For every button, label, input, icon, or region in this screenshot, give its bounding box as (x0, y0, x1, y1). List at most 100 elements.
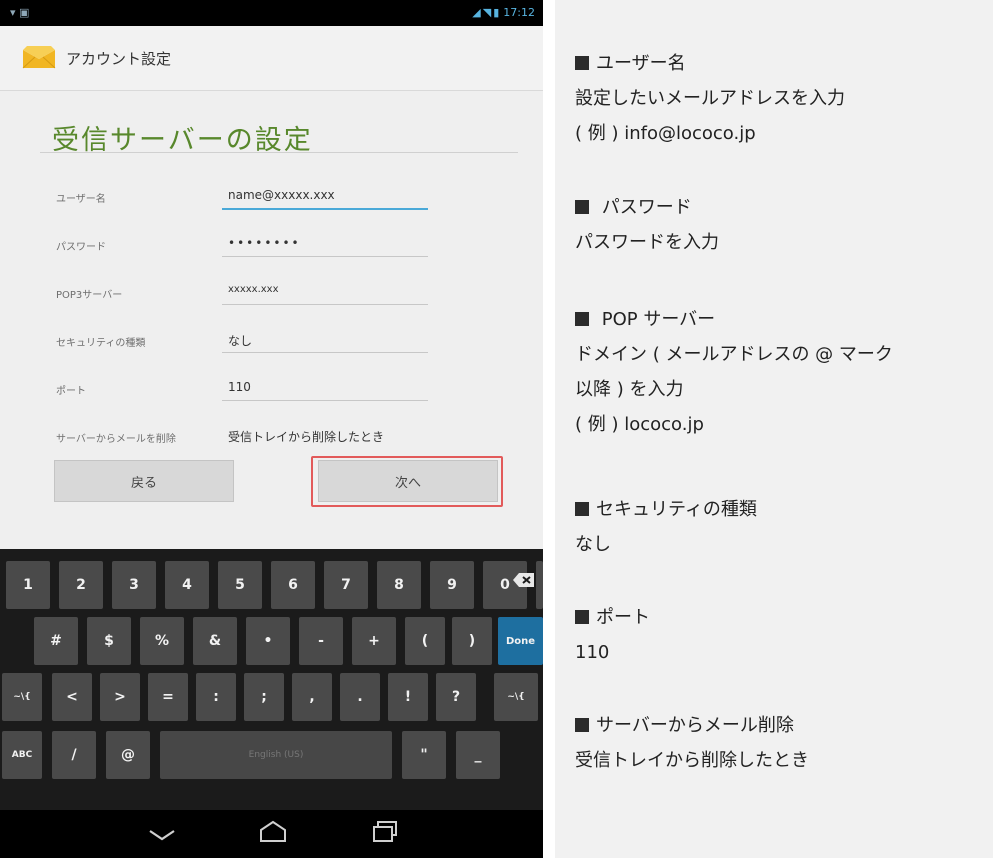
info-heading: ポート (596, 607, 650, 628)
key-minus[interactable]: - (299, 617, 343, 665)
port-input[interactable]: 110 (228, 380, 251, 394)
pop3-server-underline (222, 304, 428, 305)
username-underline (222, 208, 428, 210)
square-bullet-icon (575, 312, 589, 326)
info-text: ( 例 ) info@lococo.jp (575, 123, 756, 144)
key-plus[interactable]: + (352, 617, 396, 665)
info-block-port: ポート 110 (575, 600, 985, 670)
signal-icon: ◢ (472, 6, 483, 19)
key-1[interactable]: 1 (6, 561, 50, 609)
email-app-icon[interactable] (22, 44, 56, 70)
info-heading: ユーザー名 (596, 53, 686, 74)
done-key[interactable]: Done (498, 617, 543, 665)
security-type-select[interactable]: なし (228, 332, 252, 349)
delete-from-server-select[interactable]: 受信トレイから削除したとき (228, 428, 384, 445)
key-quote[interactable]: " (402, 731, 446, 779)
clock: 17:12 (503, 6, 535, 19)
field-delete-from-server[interactable]: サーバーからメールを削除 受信トレイから削除したとき (0, 420, 543, 454)
key-open-paren[interactable]: ( (405, 617, 445, 665)
title-divider (40, 152, 518, 153)
info-text: ドメイン ( メールアドレスの @ マーク (575, 344, 893, 365)
status-bar: ▾ ▣ ◢◥▮ 17:12 (0, 0, 543, 26)
info-text: パスワードを入力 (575, 232, 719, 253)
abc-key[interactable]: ABC (2, 731, 42, 779)
space-key[interactable]: English (US) (160, 731, 392, 779)
info-text: ( 例 ) lococo.jp (575, 414, 704, 435)
status-indicators: ◢◥▮ 17:12 (472, 6, 535, 19)
info-block-username: ユーザー名 設定したいメールアドレスを入力 ( 例 ) info@lococo.… (575, 46, 985, 151)
security-type-underline (222, 352, 428, 353)
recent-apps-icon[interactable] (372, 820, 400, 844)
field-password[interactable]: パスワード •••••••• (0, 228, 543, 262)
back-chevron-icon[interactable] (148, 828, 176, 842)
key-percent[interactable]: % (140, 617, 184, 665)
key-close-paren[interactable]: ) (452, 617, 492, 665)
delete-from-server-label: サーバーからメールを削除 (56, 434, 176, 445)
key-ampersand[interactable]: & (193, 617, 237, 665)
info-block-delete-from-server: サーバーからメール削除 受信トレイから削除したとき (575, 708, 985, 778)
port-label: ポート (56, 386, 86, 397)
key-less-than[interactable]: < (52, 673, 92, 721)
key-5[interactable]: 5 (218, 561, 262, 609)
square-bullet-icon (575, 56, 589, 70)
next-button-highlight (311, 456, 503, 507)
key-underscore[interactable]: _ (456, 731, 500, 779)
action-bar: アカウント設定 (0, 26, 543, 91)
key-more-symbols-left[interactable]: ~\{ (2, 673, 42, 721)
back-button[interactable]: 戻る (54, 460, 234, 502)
key-period[interactable]: . (340, 673, 380, 721)
key-8[interactable]: 8 (377, 561, 421, 609)
key-question[interactable]: ? (436, 673, 476, 721)
backspace-icon[interactable] (512, 572, 536, 588)
port-underline (222, 400, 428, 401)
field-pop3-server[interactable]: POP3サーバー xxxxx.xxx (0, 276, 543, 310)
action-bar-title: アカウント設定 (66, 50, 172, 68)
wifi-icon: ◥ (482, 6, 494, 19)
key-3[interactable]: 3 (112, 561, 156, 609)
info-block-pop-server: POP サーバー ドメイン ( メールアドレスの @ マーク 以降 ) を入力 … (575, 302, 985, 442)
security-type-label: セキュリティの種類 (56, 338, 146, 349)
info-text: なし (575, 534, 611, 555)
square-bullet-icon (575, 718, 589, 732)
key-4[interactable]: 4 (165, 561, 209, 609)
key-greater-than[interactable]: > (100, 673, 140, 721)
info-text: 受信トレイから削除したとき (575, 750, 809, 771)
key-comma[interactable]: , (292, 673, 332, 721)
field-username[interactable]: ユーザー名 name@xxxxx.xxx (0, 180, 543, 214)
info-text: 110 (575, 642, 610, 663)
info-block-password: パスワード パスワードを入力 (575, 190, 985, 260)
key-6[interactable]: 6 (271, 561, 315, 609)
info-heading: セキュリティの種類 (596, 499, 757, 520)
key-bullet[interactable]: • (246, 617, 290, 665)
home-icon[interactable] (258, 820, 288, 844)
square-bullet-icon (575, 610, 589, 624)
username-input[interactable]: name@xxxxx.xxx (228, 188, 335, 202)
backspace-key[interactable] (536, 561, 543, 609)
key-semicolon[interactable]: ; (244, 673, 284, 721)
password-input[interactable]: •••••••• (228, 236, 301, 250)
battery-icon: ▮ (493, 6, 502, 19)
field-port[interactable]: ポート 110 (0, 372, 543, 406)
key-2[interactable]: 2 (59, 561, 103, 609)
key-7[interactable]: 7 (324, 561, 368, 609)
info-text: 以降 ) を入力 (575, 379, 684, 400)
key-dollar[interactable]: $ (87, 617, 131, 665)
info-heading: サーバーからメール削除 (596, 715, 794, 736)
info-block-security-type: セキュリティの種類 なし (575, 492, 985, 562)
key-at[interactable]: @ (106, 731, 150, 779)
key-slash[interactable]: / (52, 731, 96, 779)
field-security-type[interactable]: セキュリティの種類 なし (0, 324, 543, 358)
instructions-panel: ユーザー名 設定したいメールアドレスを入力 ( 例 ) info@lococo.… (555, 0, 993, 858)
navigation-bar (0, 810, 543, 858)
square-bullet-icon (575, 502, 589, 516)
password-underline (222, 256, 428, 257)
phone-screenshot: ▾ ▣ ◢◥▮ 17:12 アカウント設定 受信サーバーの設定 ユーザー名 nam… (0, 0, 543, 858)
pop3-server-input[interactable]: xxxxx.xxx (228, 284, 279, 295)
key-9[interactable]: 9 (430, 561, 474, 609)
key-equals[interactable]: = (148, 673, 188, 721)
key-exclamation[interactable]: ! (388, 673, 428, 721)
key-more-symbols-right[interactable]: ~\{ (494, 673, 538, 721)
key-hash[interactable]: # (34, 617, 78, 665)
key-colon[interactable]: : (196, 673, 236, 721)
pop3-server-label: POP3サーバー (56, 290, 123, 301)
